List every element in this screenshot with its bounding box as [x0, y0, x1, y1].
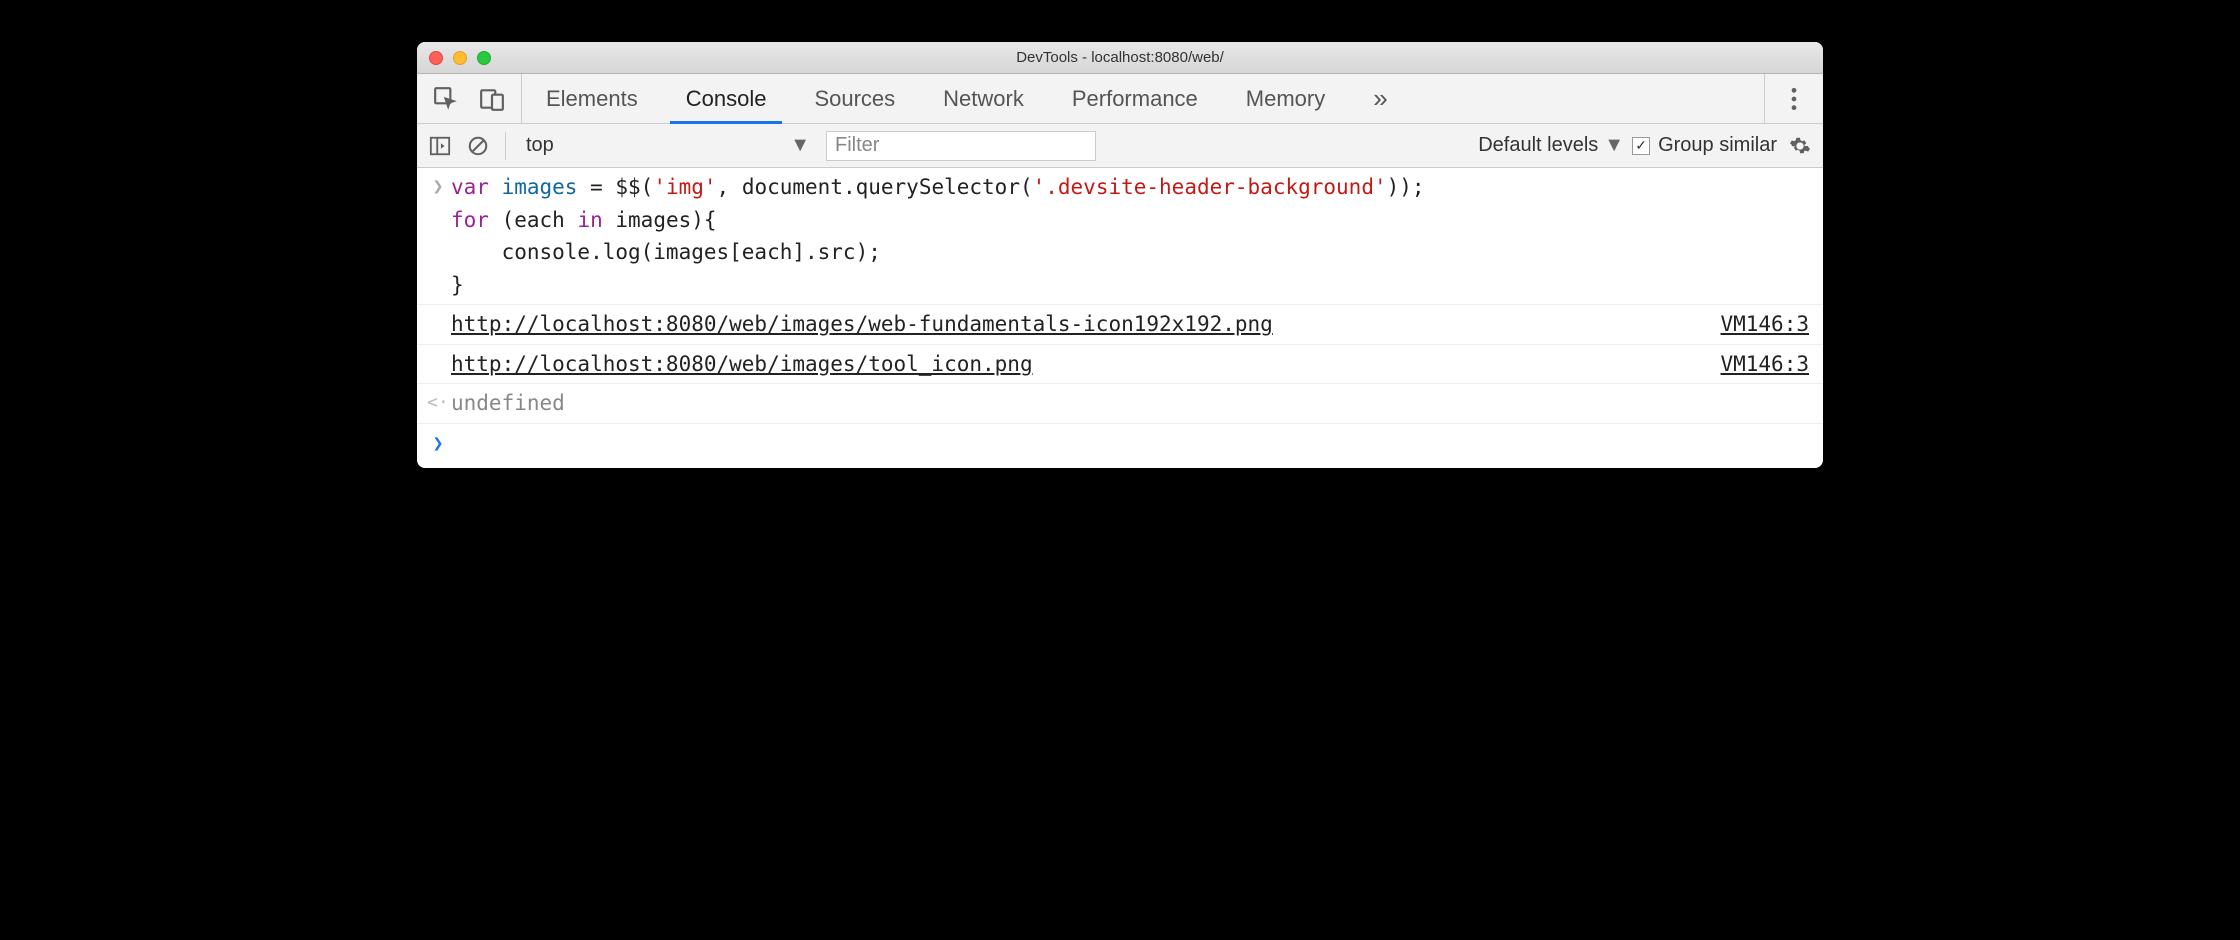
console-log-row: http://localhost:8080/web/images/tool_ic… — [417, 345, 1823, 385]
checkbox-checked-icon[interactable]: ✓ — [1632, 137, 1650, 155]
panel-tabs-row: Elements Console Sources Network Perform… — [417, 74, 1823, 124]
tab-network[interactable]: Network — [919, 74, 1048, 123]
execution-context-select[interactable]: top ▼ — [518, 130, 818, 162]
log-levels-select[interactable]: Default levels ▼ — [1478, 134, 1624, 157]
prompt-chevron-icon: ❯ — [425, 428, 451, 458]
tab-elements[interactable]: Elements — [522, 74, 662, 123]
console-prompt-input[interactable] — [451, 428, 1815, 458]
return-chevron-icon: <· — [425, 387, 451, 417]
chevron-down-icon: ▼ — [790, 134, 810, 157]
gutter-blank — [425, 308, 451, 310]
log-link[interactable]: http://localhost:8080/web/images/web-fun… — [451, 312, 1273, 336]
console-settings-gear-icon[interactable] — [1785, 131, 1815, 161]
tab-memory[interactable]: Memory — [1222, 74, 1349, 123]
tab-performance[interactable]: Performance — [1048, 74, 1222, 123]
log-source-link[interactable]: VM146:3 — [1700, 308, 1809, 341]
input-code-text[interactable]: var images = $$('img', document.querySel… — [451, 171, 1809, 301]
panel-tabs: Elements Console Sources Network Perform… — [522, 74, 1764, 123]
console-prompt-row[interactable]: ❯ — [417, 424, 1823, 468]
titlebar[interactable]: DevTools - localhost:8080/web/ — [417, 42, 1823, 74]
log-message[interactable]: http://localhost:8080/web/images/web-fun… — [451, 308, 1700, 341]
log-source-link[interactable]: VM146:3 — [1700, 348, 1809, 381]
kebab-menu-icon[interactable] — [1779, 84, 1809, 114]
group-similar-toggle[interactable]: ✓ Group similar — [1632, 134, 1777, 157]
tabs-left-tools — [417, 74, 522, 123]
device-toolbar-icon[interactable] — [477, 84, 507, 114]
filter-placeholder: Filter — [835, 134, 879, 157]
console-input-echo: ❯ var images = $$('img', document.queryS… — [417, 168, 1823, 305]
console-log-row: http://localhost:8080/web/images/web-fun… — [417, 305, 1823, 345]
clear-console-icon[interactable] — [463, 131, 493, 161]
tabs-overflow-icon[interactable]: » — [1349, 74, 1411, 123]
input-chevron-icon: ❯ — [425, 171, 451, 201]
log-levels-label: Default levels — [1478, 134, 1598, 157]
tab-sources[interactable]: Sources — [790, 74, 919, 123]
execution-context-value: top — [526, 134, 554, 157]
console-return-row: <· undefined — [417, 384, 1823, 424]
gutter-blank — [425, 348, 451, 350]
log-link[interactable]: http://localhost:8080/web/images/tool_ic… — [451, 352, 1033, 376]
inspect-element-icon[interactable] — [431, 84, 461, 114]
show-console-sidebar-icon[interactable] — [425, 131, 455, 161]
tab-console[interactable]: Console — [662, 74, 791, 123]
devtools-window: DevTools - localhost:8080/web/ Elements … — [417, 42, 1823, 468]
group-similar-label: Group similar — [1658, 134, 1777, 157]
console-toolbar: top ▼ Filter Default levels ▼ ✓ Group si… — [417, 124, 1823, 168]
window-title: DevTools - localhost:8080/web/ — [417, 49, 1823, 66]
filter-input[interactable]: Filter — [826, 131, 1096, 161]
return-value: undefined — [451, 387, 1809, 420]
console-output: ❯ var images = $$('img', document.queryS… — [417, 168, 1823, 468]
log-message[interactable]: http://localhost:8080/web/images/tool_ic… — [451, 348, 1700, 381]
chevron-down-icon: ▼ — [1604, 134, 1624, 157]
separator — [505, 132, 506, 160]
tabs-right-tools — [1764, 74, 1823, 123]
